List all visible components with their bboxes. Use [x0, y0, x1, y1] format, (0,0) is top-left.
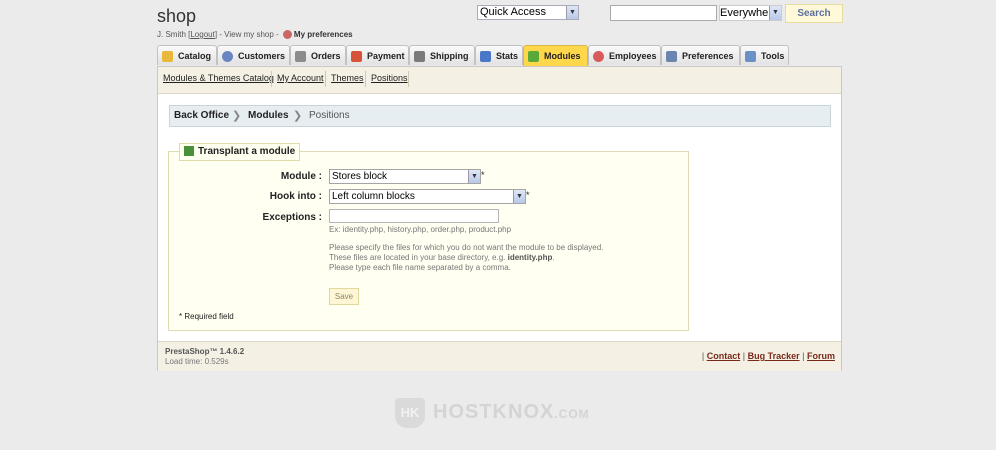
quick-access-select[interactable]: Quick Access ▼ — [477, 5, 579, 20]
cart-icon — [295, 51, 306, 63]
chart-icon — [480, 51, 491, 63]
exceptions-help-1: Please specify the files for which you d… — [329, 243, 604, 252]
quick-access-label: Quick Access — [480, 6, 547, 18]
chevron-right-icon: ❯ — [293, 110, 303, 122]
forum-link[interactable]: Forum — [807, 351, 835, 361]
preferences-icon — [666, 51, 677, 63]
puzzle-icon — [528, 51, 539, 63]
footer: PrestaShop™ 1.4.6.2 Load time: 0.529s | … — [158, 341, 841, 371]
tab-payment[interactable]: Payment — [346, 45, 409, 65]
search-scope-select[interactable]: Everywhere ▼ — [719, 5, 782, 21]
sub-navigation: Modules & Themes Catalog My Account Them… — [158, 67, 841, 94]
module-select[interactable]: Stores block ▼ — [329, 169, 481, 184]
bug-tracker-link[interactable]: Bug Tracker — [748, 351, 800, 361]
version-text: PrestaShop™ 1.4.6.2 — [165, 347, 245, 356]
watermark-text: HOSTKNOX.COM — [433, 401, 590, 423]
footer-links: | Contact | Bug Tracker | Forum — [701, 351, 835, 361]
required-field-note: * Required field — [179, 312, 234, 321]
tab-customers[interactable]: Customers — [217, 45, 290, 65]
chevron-down-icon: ▼ — [513, 190, 525, 203]
folder-icon — [162, 51, 173, 63]
exceptions-help-2: These files are located in your base dir… — [329, 253, 555, 262]
exceptions-input[interactable] — [329, 209, 499, 223]
subnav-divider — [271, 71, 272, 87]
user-line-sep: ] - — [214, 30, 225, 39]
save-button[interactable]: Save — [329, 288, 359, 305]
search-input[interactable] — [610, 5, 717, 21]
breadcrumb: Back Office ❯ Modules ❯ Positions — [169, 105, 831, 127]
tab-stats[interactable]: Stats — [475, 45, 523, 65]
shop-title: shop — [157, 6, 197, 26]
subnav-themes[interactable]: Themes — [331, 73, 364, 83]
required-star: * — [526, 190, 530, 200]
required-star: * — [481, 170, 485, 180]
load-time: Load time: 0.529s — [165, 357, 229, 366]
form-legend: Transplant a module — [179, 143, 301, 161]
subnav-divider — [365, 71, 366, 87]
tab-preferences[interactable]: Preferences — [661, 45, 740, 65]
my-preferences-link[interactable]: My preferences — [294, 30, 353, 39]
chevron-right-icon: ❯ — [232, 110, 242, 122]
payment-icon — [351, 51, 362, 63]
subnav-divider — [408, 71, 409, 87]
search-button[interactable]: Search — [785, 4, 843, 23]
tab-shipping[interactable]: Shipping — [409, 45, 475, 65]
hook-select[interactable]: Left column blocks ▼ — [329, 189, 526, 204]
truck-icon — [414, 51, 425, 63]
tab-catalog[interactable]: Catalog — [157, 45, 217, 65]
exceptions-example: Ex: identity.php, history.php, order.php… — [329, 225, 512, 234]
hook-label: Hook into : — [269, 191, 322, 202]
breadcrumb-modules[interactable]: Modules — [248, 106, 289, 126]
exceptions-help-3: Please type each file name separated by … — [329, 263, 511, 272]
shield-logo-icon: HK — [395, 398, 425, 428]
user-name: J. Smith [ — [157, 30, 191, 39]
tools-icon — [745, 51, 756, 63]
breadcrumb-back-office[interactable]: Back Office — [174, 106, 229, 126]
contact-link[interactable]: Contact — [707, 351, 741, 361]
subnav-divider — [325, 71, 326, 87]
tab-orders[interactable]: Orders — [290, 45, 346, 65]
subnav-my-account[interactable]: My Account — [277, 73, 324, 83]
module-icon — [184, 146, 194, 157]
user-line-sep2: - — [273, 30, 281, 39]
chevron-down-icon: ▼ — [769, 6, 781, 20]
breadcrumb-current: Positions — [309, 110, 350, 121]
subnav-positions[interactable]: Positions — [371, 73, 408, 83]
preferences-person-icon — [282, 30, 292, 40]
subnav-modules-themes-catalog[interactable]: Modules & Themes Catalog — [163, 73, 274, 83]
transplant-module-form: Transplant a module Module : Stores bloc… — [168, 143, 689, 331]
user-icon — [222, 51, 233, 63]
logout-link[interactable]: Logout — [190, 30, 214, 39]
chevron-down-icon: ▼ — [566, 6, 578, 19]
module-label: Module : — [280, 171, 322, 182]
tab-employees[interactable]: Employees — [588, 45, 661, 65]
exceptions-label: Exceptions : — [262, 212, 322, 223]
view-shop-link[interactable]: View my shop — [224, 30, 274, 39]
chevron-down-icon: ▼ — [468, 170, 480, 183]
tab-tools[interactable]: Tools — [740, 45, 789, 65]
user-info-line: J. Smith [Logout] - View my shop - My pr… — [157, 30, 353, 40]
main-panel: Modules & Themes Catalog My Account Them… — [157, 66, 842, 371]
employee-icon — [593, 51, 604, 63]
tab-modules[interactable]: Modules — [523, 45, 588, 67]
